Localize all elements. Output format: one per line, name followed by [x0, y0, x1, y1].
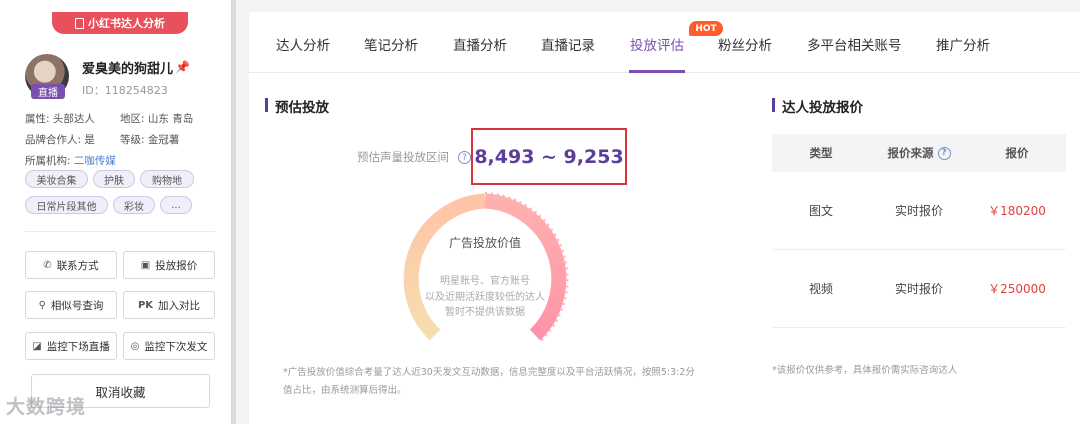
price-type: 图文 [808, 204, 833, 218]
tag-item[interactable]: 护肤 [93, 170, 135, 188]
org-label: 所属机构: [25, 155, 71, 167]
gauge-note-line: 明星账号、官方账号 [440, 276, 530, 287]
price-type: 视频 [808, 282, 833, 296]
main-panel: 达人分析 笔记分析 直播分析 直播记录 投放评估 粉丝分析 多平台相关账号 推广… [249, 12, 1080, 424]
level-label: 等级: [120, 134, 145, 146]
add-compare-button[interactable]: PK 加入对比 [123, 291, 215, 319]
active-tab-indicator [629, 70, 685, 73]
kol-name: 爱臭美的狗甜儿 [82, 62, 174, 77]
level-info: 等级: 金冠薯 [120, 132, 179, 147]
chart-icon: ◪ [32, 340, 42, 352]
estimate-footnote: *广告投放价值综合考量了达人近30天发文互动数据，信息完整度以及平台活跃情况，按… [283, 367, 695, 396]
header-cell: 类型 [809, 146, 833, 160]
tab-live-records[interactable]: 直播记录 [541, 34, 595, 54]
brand-label: 品牌合作人: [25, 134, 82, 146]
header-cell: 报价来源 [887, 146, 934, 160]
price-value: ￥250000 [988, 282, 1046, 296]
book-icon [75, 17, 84, 29]
tag-item[interactable]: 购物地 [140, 170, 194, 188]
range-highlight-box: 8,493 ~ 9,253 [471, 128, 627, 185]
add-compare-label: 加入对比 [158, 299, 201, 312]
tab-notes-analysis[interactable]: 笔记分析 [364, 34, 418, 54]
gauge-note-line: 以及近期活跃度较低的达人 [425, 292, 545, 303]
tab-multi-platform[interactable]: 多平台相关账号 [807, 34, 902, 54]
monitor-post-label: 监控下次发文 [144, 340, 208, 353]
org-link[interactable]: 二咖传媒 [74, 155, 116, 167]
similar-search-button[interactable]: ⚲ 相似号查询 [25, 291, 117, 319]
quote-button-label: 投放报价 [155, 259, 198, 272]
help-icon[interactable]: ? [937, 146, 951, 160]
help-icon[interactable]: ? [458, 151, 471, 164]
tab-promotion-analysis[interactable]: 推广分析 [936, 34, 990, 54]
tag-more[interactable]: ... [160, 196, 192, 214]
range-value: 8,493 ~ 9,253 [474, 145, 624, 168]
divider [25, 231, 215, 232]
sidebar-scroll-edge[interactable] [231, 0, 236, 424]
range-label: 预估声量投放区间 [357, 150, 449, 164]
live-badge: 直播 [31, 84, 65, 99]
target-icon: ◎ [130, 340, 140, 352]
price-source: 实时报价 [894, 204, 943, 218]
monitor-live-button[interactable]: ◪ 监控下场直播 [25, 332, 117, 360]
attribute-label: 属性: [25, 113, 50, 125]
attribute-value: 头部达人 [52, 113, 95, 125]
region-label: 地区: [120, 113, 145, 125]
document-icon: ▣ [140, 259, 151, 271]
tag-item[interactable]: 日常片段其他 [25, 196, 108, 214]
pricing-note: *该报价仅供参考，具体报价需实际咨询达人 [772, 365, 958, 376]
contact-button[interactable]: ✆ 联系方式 [25, 251, 117, 279]
tag-item[interactable]: 美妆合集 [25, 170, 88, 188]
hot-badge: HOT [689, 21, 723, 36]
gauge-title: 广告投放价值 [448, 236, 521, 250]
attribute-info: 属性: 头部达人 [25, 111, 95, 126]
header-cell: 报价 [1005, 146, 1029, 160]
pin-icon[interactable]: 📌 [175, 60, 190, 74]
platform-banner: 小红书达人分析 [52, 12, 188, 34]
monitor-post-button[interactable]: ◎ 监控下次发文 [123, 332, 215, 360]
brand-value: 是 [84, 134, 95, 146]
price-value: ￥180200 [988, 204, 1046, 218]
watermark: 大数跨境 [6, 396, 87, 418]
monitor-live-label: 监控下场直播 [46, 340, 110, 353]
estimate-section-title: 预估投放 [265, 96, 329, 116]
phone-icon: ✆ [43, 259, 52, 271]
pk-icon: PK [137, 299, 154, 311]
brand-info: 品牌合作人: 是 [25, 132, 95, 147]
quote-button[interactable]: ▣ 投放报价 [123, 251, 215, 279]
pricing-section-title: 达人投放报价 [772, 96, 863, 116]
tab-fans-analysis[interactable]: 粉丝分析 [718, 34, 772, 54]
kol-id: ID：118254823 [82, 84, 168, 97]
tag-item[interactable]: 彩妆 [113, 196, 155, 214]
tab-live-analysis[interactable]: 直播分析 [453, 34, 507, 54]
similar-search-label: 相似号查询 [50, 299, 104, 312]
contact-button-label: 联系方式 [56, 259, 99, 272]
table-row: 图文 实时报价 ￥180200 [772, 172, 1066, 250]
level-value: 金冠薯 [147, 134, 180, 146]
ad-value-gauge [403, 192, 569, 341]
price-source: 实时报价 [894, 282, 943, 296]
banner-label: 小红书达人分析 [88, 17, 165, 30]
gauge-note-line: 暂时不提供该数据 [445, 307, 525, 318]
region-value: 山东 青岛 [147, 113, 194, 125]
price-table: 类型 报价来源 ? 报价 图文 实时报价 ￥180200 视频 实时报价 ￥25… [772, 134, 1066, 328]
tab-kol-analysis[interactable]: 达人分析 [276, 34, 330, 54]
header-cell-source: 报价来源 ? [870, 134, 968, 172]
tab-bar: 达人分析 笔记分析 直播分析 直播记录 投放评估 粉丝分析 多平台相关账号 推广… [249, 12, 1080, 73]
region-info: 地区: 山东 青岛 [120, 111, 193, 126]
tab-placement-evaluation[interactable]: 投放评估 [630, 34, 684, 54]
kol-sidebar: 小红书达人分析 直播 爱臭美的狗甜儿 📌 ID：118254823 属性: 头部… [0, 0, 231, 424]
org-info: 所属机构: 二咖传媒 [25, 153, 116, 168]
price-table-header: 类型 报价来源 ? 报价 [772, 134, 1066, 172]
table-row: 视频 实时报价 ￥250000 [772, 250, 1066, 328]
search-icon: ⚲ [38, 299, 46, 311]
